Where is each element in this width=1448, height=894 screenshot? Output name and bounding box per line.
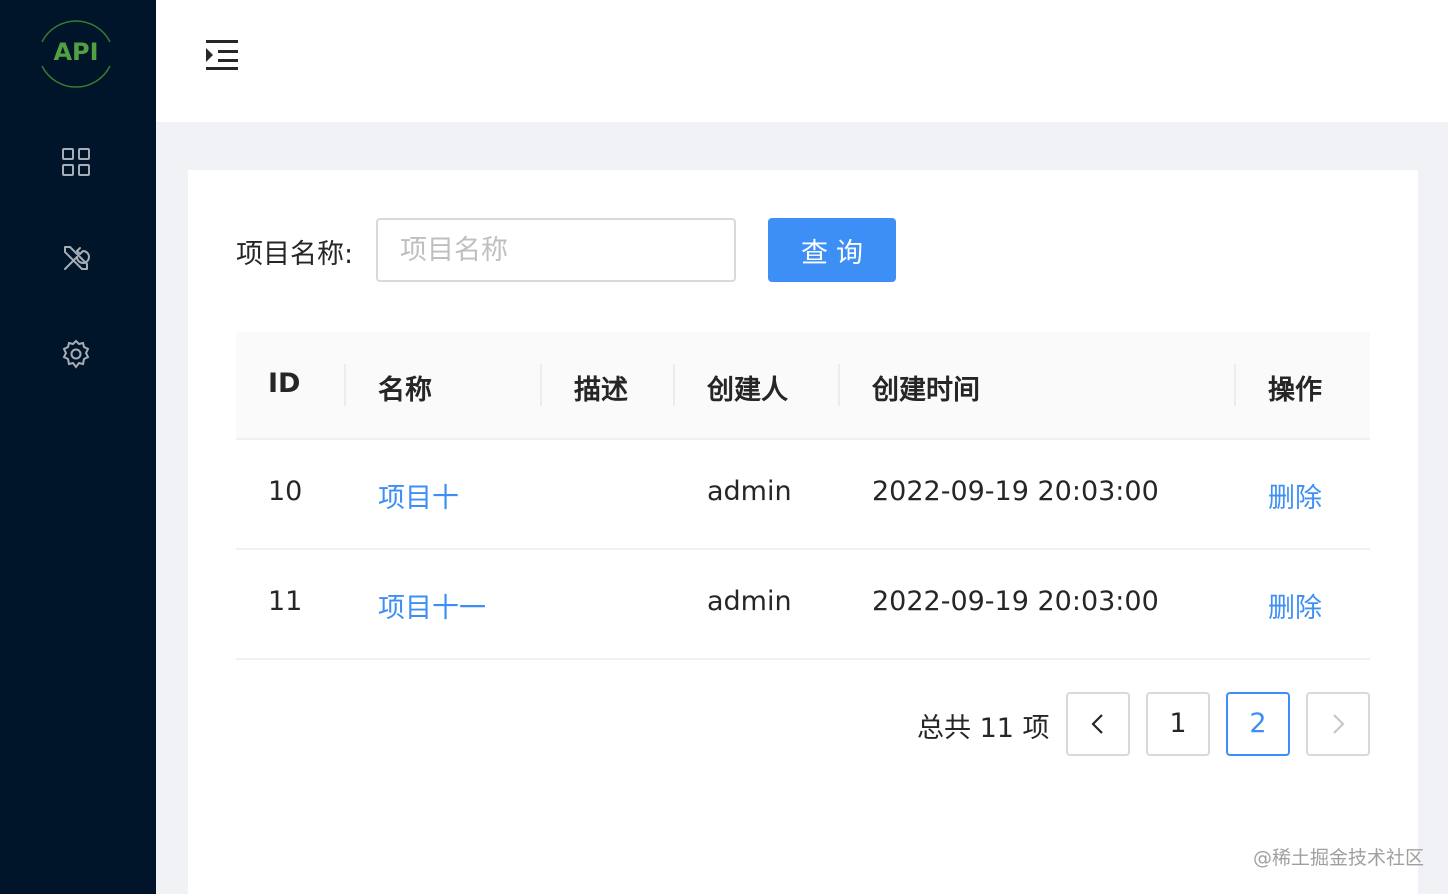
pagination: 总共 11 项 1 2: [188, 692, 1418, 756]
column-divider: [673, 364, 675, 406]
project-table: ID 名称 描述 创建人 创建时间 操作 10 项目十 admin 2022-0…: [236, 332, 1370, 660]
sidebar: API: [0, 0, 156, 894]
prev-page-button[interactable]: [1066, 692, 1130, 756]
column-header-created-time: 创建时间: [872, 375, 980, 406]
delete-link[interactable]: 删除: [1268, 476, 1322, 515]
cell-id: 10: [268, 476, 303, 507]
pagination-total: 总共 11 项: [917, 713, 1050, 744]
column-divider: [1234, 364, 1236, 406]
project-name-input[interactable]: [376, 218, 736, 282]
chevron-right-icon: [1333, 714, 1345, 734]
table-row: 10 项目十 admin 2022-09-19 20:03:00 删除: [236, 440, 1370, 550]
project-name-link[interactable]: 项目十: [378, 476, 459, 515]
column-divider: [838, 364, 840, 406]
page-2-button[interactable]: 2: [1226, 692, 1290, 756]
watermark: @稀土掘金技术社区: [1252, 847, 1424, 869]
content-card: 项目名称: 查询 ID 名称 描述 创建人 创建时间 操作 10 项目十 adm…: [188, 170, 1418, 894]
page-1-button[interactable]: 1: [1146, 692, 1210, 756]
column-header-id: ID: [268, 368, 301, 399]
column-header-creator: 创建人: [707, 375, 788, 406]
dashboard-grid-icon[interactable]: [60, 146, 92, 178]
table-row: 11 项目十一 admin 2022-09-19 20:03:00 删除: [236, 550, 1370, 660]
api-logo[interactable]: API: [36, 12, 116, 96]
column-header-description: 描述: [574, 375, 628, 406]
column-divider: [344, 364, 346, 406]
cell-creator: admin: [707, 586, 792, 617]
project-name-link[interactable]: 项目十一: [378, 586, 486, 625]
settings-gear-icon[interactable]: [60, 338, 92, 370]
table-header: ID 名称 描述 创建人 创建时间 操作: [236, 332, 1370, 440]
column-header-actions: 操作: [1268, 375, 1322, 406]
column-divider: [540, 364, 542, 406]
tools-icon[interactable]: [60, 242, 92, 274]
cell-creator: admin: [707, 476, 792, 507]
column-header-name: 名称: [378, 375, 432, 406]
project-name-label: 项目名称:: [236, 239, 354, 270]
next-page-button[interactable]: [1306, 692, 1370, 756]
query-button[interactable]: 查询: [768, 218, 896, 282]
cell-created-time: 2022-09-19 20:03:00: [872, 586, 1159, 617]
logo-text: API: [53, 38, 99, 66]
chevron-left-icon: [1091, 714, 1103, 734]
top-header: [156, 0, 1448, 122]
menu-fold-icon[interactable]: [204, 38, 240, 72]
delete-link[interactable]: 删除: [1268, 586, 1322, 625]
cell-id: 11: [268, 586, 303, 617]
cell-created-time: 2022-09-19 20:03:00: [872, 476, 1159, 507]
